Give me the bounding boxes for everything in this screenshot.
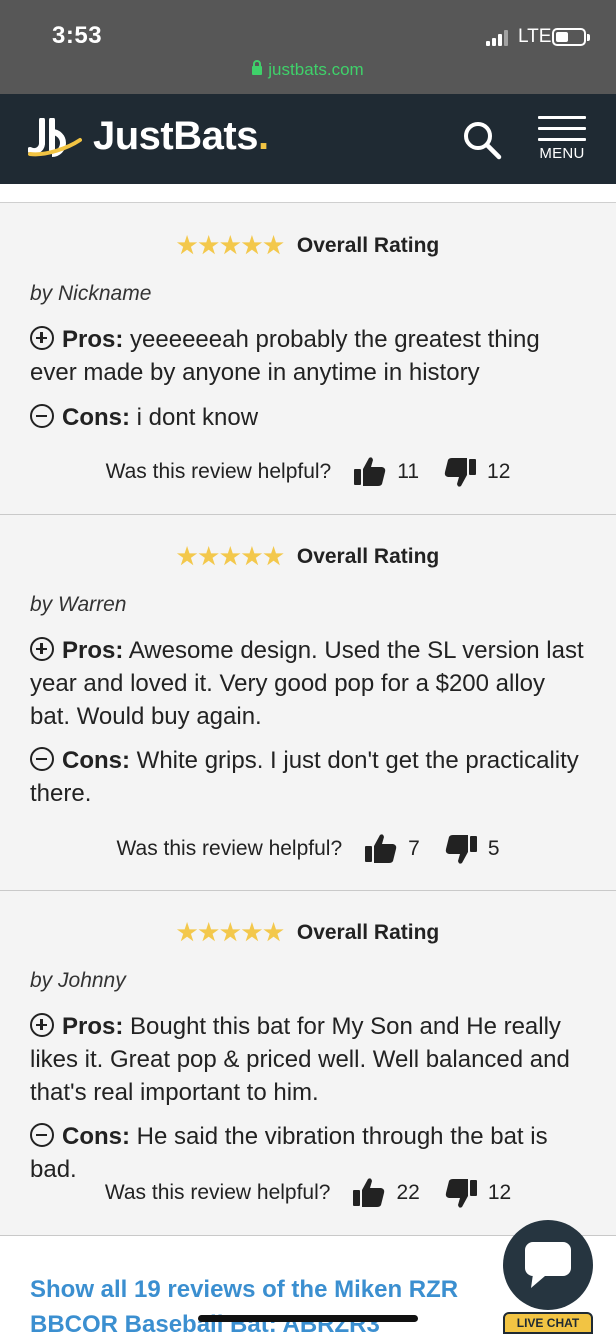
star-rating-icon: ★★★★★: [176, 919, 285, 945]
pros-label: Pros:: [62, 1013, 124, 1040]
helpful-label: Was this review helpful?: [105, 460, 332, 483]
helpful-label: Was this review helpful?: [104, 1181, 331, 1204]
up-vote-count: 11: [397, 460, 420, 483]
logo-dot: .: [257, 114, 269, 158]
menu-button[interactable]: MENU: [536, 116, 588, 166]
down-vote-count: 12: [487, 1181, 512, 1204]
helpful-row: Was this review helpful? 22 12: [0, 1176, 616, 1210]
helpful-row: Was this review helpful? 7 5: [0, 832, 616, 866]
review-card: ★★★★★ Overall Rating by Nickname Pros: ye…: [0, 204, 616, 515]
thumbs-up-button[interactable]: 7: [364, 832, 420, 866]
rating-label: Overall Rating: [296, 234, 440, 257]
pros-label: Pros:: [62, 326, 124, 353]
star-rating-icon: ★★★★★: [176, 232, 285, 258]
rating-row: ★★★★★ Overall Rating: [0, 543, 616, 570]
review-card: ★★★★★ Overall Rating by Johnny Pros: Boug…: [0, 891, 616, 1236]
pros-text: Pros: yeeeeeeah probably the greatest th…: [30, 323, 590, 389]
chat-bubble-icon: [525, 1242, 571, 1288]
review-card: ★★★★★ Overall Rating by Warren Pros: Awes…: [0, 515, 616, 891]
logo-word: JustBats: [93, 114, 258, 158]
minus-circle-icon: [30, 1123, 54, 1147]
rating-label: Overall Rating: [296, 921, 440, 944]
helpful-label: Was this review helpful?: [116, 837, 343, 860]
battery-icon: [552, 28, 590, 46]
live-chat-button[interactable]: [503, 1220, 593, 1310]
rating-row: ★★★★★ Overall Rating: [0, 919, 616, 946]
cons-label: Cons:: [62, 404, 130, 431]
menu-label: MENU: [539, 145, 585, 162]
cons-body: i dont know: [136, 404, 259, 431]
review-author: by Nickname: [30, 282, 152, 305]
thumbs-up-icon: [365, 834, 397, 863]
down-vote-count: 5: [487, 837, 500, 860]
up-vote-count: 22: [396, 1181, 420, 1204]
pros-label: Pros:: [62, 637, 124, 664]
justbats-logo-icon[interactable]: [28, 118, 82, 158]
status-time: 3:53: [52, 22, 103, 49]
review-author: by Warren: [30, 593, 127, 616]
network-type: LTE: [518, 26, 552, 47]
show-all-reviews-link[interactable]: Show all 19 reviews of the Miken RZR BBC…: [30, 1272, 550, 1334]
thumbs-down-button[interactable]: 12: [444, 1176, 511, 1210]
pros-text: Pros: Bought this bat for My Son and He …: [30, 1010, 590, 1109]
cons-label: Cons:: [62, 747, 130, 774]
thumbs-up-button[interactable]: 11: [353, 455, 419, 489]
rating-row: ★★★★★ Overall Rating: [0, 232, 616, 259]
thumbs-down-icon: [444, 458, 477, 487]
thumbs-down-icon: [445, 835, 477, 864]
down-vote-count: 12: [487, 460, 511, 483]
minus-circle-icon: [30, 747, 54, 771]
search-icon[interactable]: [462, 120, 502, 160]
cons-text: Cons: i dont know: [30, 401, 590, 434]
status-bar: 3:53 LTE justbats.com: [0, 0, 616, 94]
thumbs-up-icon: [353, 1178, 385, 1207]
home-indicator: [198, 1315, 418, 1322]
up-vote-count: 7: [408, 837, 420, 860]
cons-text: Cons: White grips. I just don't get the …: [30, 744, 590, 810]
lock-icon: [252, 60, 263, 75]
thumbs-down-icon: [445, 1179, 477, 1208]
section-divider: [0, 184, 616, 203]
live-chat-label[interactable]: LIVE CHAT: [503, 1312, 593, 1334]
site-header: JustBats. MENU: [0, 94, 616, 184]
plus-circle-icon: [30, 326, 54, 350]
url-text: justbats.com: [268, 60, 364, 79]
thumbs-down-button[interactable]: 5: [444, 832, 500, 866]
thumbs-up-button[interactable]: 22: [352, 1176, 420, 1210]
plus-circle-icon: [30, 1013, 54, 1037]
star-rating-icon: ★★★★★: [176, 543, 285, 569]
rating-label: Overall Rating: [296, 545, 440, 568]
review-author: by Johnny: [30, 969, 126, 992]
plus-circle-icon: [30, 637, 54, 661]
helpful-row: Was this review helpful? 11 12: [0, 455, 616, 489]
pros-text: Pros: Awesome design. Used the SL versio…: [30, 634, 590, 733]
cell-signal-icon: [486, 30, 512, 46]
minus-circle-icon: [30, 404, 54, 428]
thumbs-down-button[interactable]: 12: [443, 455, 510, 489]
cons-label: Cons:: [62, 1123, 130, 1150]
thumbs-up-icon: [354, 457, 386, 486]
site-logo-text[interactable]: JustBats.: [93, 114, 269, 159]
address-bar[interactable]: justbats.com: [0, 60, 616, 80]
